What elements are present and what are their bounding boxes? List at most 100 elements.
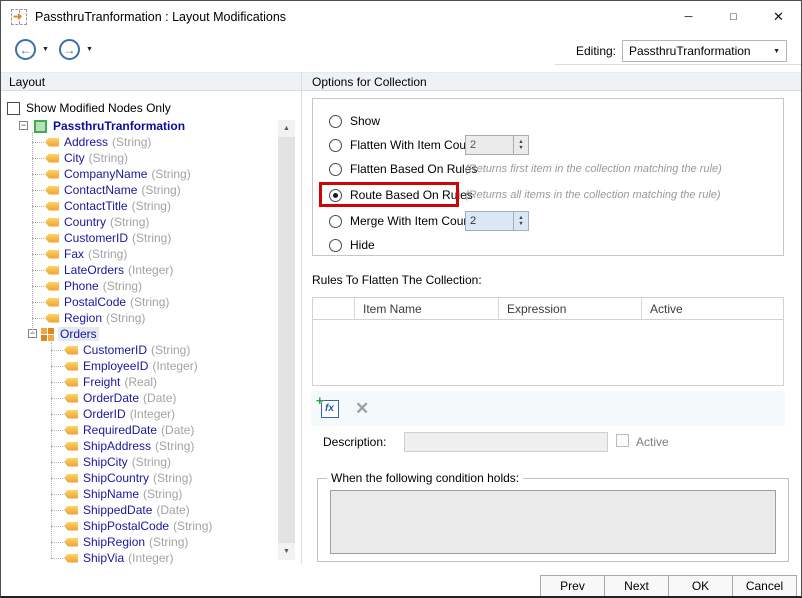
tree-node-fax[interactable]: Fax(String) (1, 246, 277, 262)
radio-icon[interactable] (329, 163, 342, 176)
tree-node-shipregion[interactable]: ShipRegion(String) (1, 534, 277, 550)
editing-combobox[interactable]: PassthruTranformation ▼ (622, 40, 787, 62)
delete-rule-icon[interactable]: ✕ (355, 400, 369, 417)
tree-node-phone[interactable]: Phone(String) (1, 278, 277, 294)
tree-connector (32, 142, 44, 143)
radio-icon[interactable] (329, 239, 342, 252)
tree-node-shipaddress[interactable]: ShipAddress(String) (1, 438, 277, 454)
tree-node-postalcode[interactable]: PostalCode(String) (1, 294, 277, 310)
tree-node-country[interactable]: Country(String) (1, 214, 277, 230)
tree-node-label: Region (64, 311, 102, 325)
radio-hide[interactable]: Hide (329, 236, 375, 254)
scrollbar-thumb[interactable] (278, 137, 295, 543)
show-modified-nodes-checkbox[interactable] (7, 102, 20, 115)
tree-connector (32, 206, 44, 207)
tree-node-contactname[interactable]: ContactName(String) (1, 182, 277, 198)
minimize-icon[interactable]: ─ (666, 1, 711, 33)
tree-node-label: RequiredDate (83, 423, 157, 437)
tree-node-type: (Date) (161, 423, 194, 437)
ok-button[interactable]: OK (668, 575, 733, 597)
tree-node-shipname[interactable]: ShipName(String) (1, 486, 277, 502)
tree-node-type: (String) (89, 151, 128, 165)
forward-icon[interactable]: → (59, 39, 80, 60)
options-panel-header: Options for Collection (302, 72, 802, 91)
tree-node-type: (String) (153, 471, 192, 485)
back-dropdown-caret-icon[interactable]: ▼ (42, 46, 49, 53)
editing-combobox-value: PassthruTranformation (629, 44, 751, 58)
tree-node-employeeid[interactable]: EmployeeID(Integer) (1, 358, 277, 374)
tree-node-city[interactable]: City (String) (1, 150, 277, 166)
field-node-icon (64, 506, 78, 515)
tree-node-passthrutranformation[interactable]: −PassthruTranformation (1, 118, 277, 134)
layout-panel-header: Layout (1, 72, 301, 91)
field-node-icon (64, 554, 78, 563)
tree-node-lateorders[interactable]: LateOrders(Integer) (1, 262, 277, 278)
tree-node-requireddate[interactable]: RequiredDate (Date) (1, 422, 277, 438)
window-title: PassthruTranformation : Layout Modificat… (35, 10, 286, 24)
field-node-icon (45, 202, 59, 211)
radio-show[interactable]: Show (329, 112, 380, 130)
close-icon[interactable]: ✕ (756, 1, 801, 33)
radio-flatten-with-item-count[interactable]: Flatten With Item Count: (329, 136, 479, 154)
field-node-icon (45, 314, 59, 323)
flatten-item-count-spinner: 2 ▲▼ (465, 135, 529, 155)
tree-node-orders[interactable]: −Orders (1, 326, 277, 342)
tree-node-label: ShippedDate (83, 503, 152, 517)
tree-node-type: (Date) (143, 391, 176, 405)
tree-connector (51, 526, 63, 527)
field-node-icon (45, 234, 59, 243)
field-node-icon (64, 458, 78, 467)
maximize-icon[interactable]: □ (711, 1, 756, 33)
tree-connector (32, 158, 44, 159)
tree-node-customerid[interactable]: CustomerID(String) (1, 230, 277, 246)
collapse-icon[interactable]: − (19, 121, 28, 130)
tree-node-companyname[interactable]: CompanyName(String) (1, 166, 277, 182)
tree-node-shippeddate[interactable]: ShippedDate (Date) (1, 502, 277, 518)
tree-connector (51, 478, 63, 479)
tree-node-label: City (64, 151, 85, 165)
next-button[interactable]: Next (604, 575, 669, 597)
radio-icon[interactable] (329, 115, 342, 128)
tree-node-shipcity[interactable]: ShipCity(String) (1, 454, 277, 470)
tree-node-orderdate[interactable]: OrderDate(Date) (1, 390, 277, 406)
prev-button[interactable]: Prev (540, 575, 605, 597)
tree-connector (51, 366, 63, 367)
radio-icon[interactable] (329, 139, 342, 152)
radio-icon[interactable] (329, 215, 342, 228)
tree-node-label: CompanyName (64, 167, 147, 181)
forward-dropdown-caret-icon[interactable]: ▼ (86, 46, 93, 53)
tree-node-address[interactable]: Address(String) (1, 134, 277, 150)
scroll-down-icon[interactable]: ▼ (278, 543, 295, 560)
tree-connector (32, 254, 44, 255)
tree-node-region[interactable]: Region(String) (1, 310, 277, 326)
tree-node-shipvia[interactable]: ShipVia(Integer) (1, 550, 277, 566)
spinner-arrows-icon: ▲▼ (513, 212, 528, 230)
back-icon[interactable]: ← (15, 39, 36, 60)
tree-node-customerid[interactable]: CustomerID(String) (1, 342, 277, 358)
tree-node-freight[interactable]: Freight(Real) (1, 374, 277, 390)
tree-node-type: (Date) (156, 503, 189, 517)
tree-node-shipcountry[interactable]: ShipCountry(String) (1, 470, 277, 486)
field-node-icon (45, 218, 59, 227)
condition-label: When the following condition holds: (327, 471, 523, 485)
field-node-icon (64, 394, 78, 403)
radio-flatten-based-on-rules[interactable]: Flatten Based On Rules (329, 160, 477, 178)
tree-node-contacttitle[interactable]: ContactTitle(String) (1, 198, 277, 214)
column-item-name: Item Name (355, 298, 499, 319)
field-node-icon (64, 490, 78, 499)
layout-tree: −PassthruTranformationAddress(String)Cit… (1, 118, 277, 566)
add-rule-icon[interactable]: fx + (321, 400, 339, 418)
tree-node-type: (String) (143, 487, 182, 501)
radio-merge-with-item-count[interactable]: Merge With Item Count: (329, 212, 477, 230)
rules-table[interactable]: Item Name Expression Active (312, 297, 784, 386)
collection-node-icon (41, 328, 54, 341)
tree-node-shippostalcode[interactable]: ShipPostalCode(String) (1, 518, 277, 534)
tree-scrollbar[interactable]: ▲ ▼ (278, 120, 295, 560)
tree-connector (51, 510, 63, 511)
cancel-button[interactable]: Cancel (732, 575, 797, 597)
tree-node-label: ShipPostalCode (83, 519, 169, 533)
tree-node-type: (String) (132, 455, 171, 469)
scroll-up-icon[interactable]: ▲ (278, 120, 295, 137)
tree-node-orderid[interactable]: OrderID(Integer) (1, 406, 277, 422)
rules-table-body[interactable] (313, 320, 783, 386)
